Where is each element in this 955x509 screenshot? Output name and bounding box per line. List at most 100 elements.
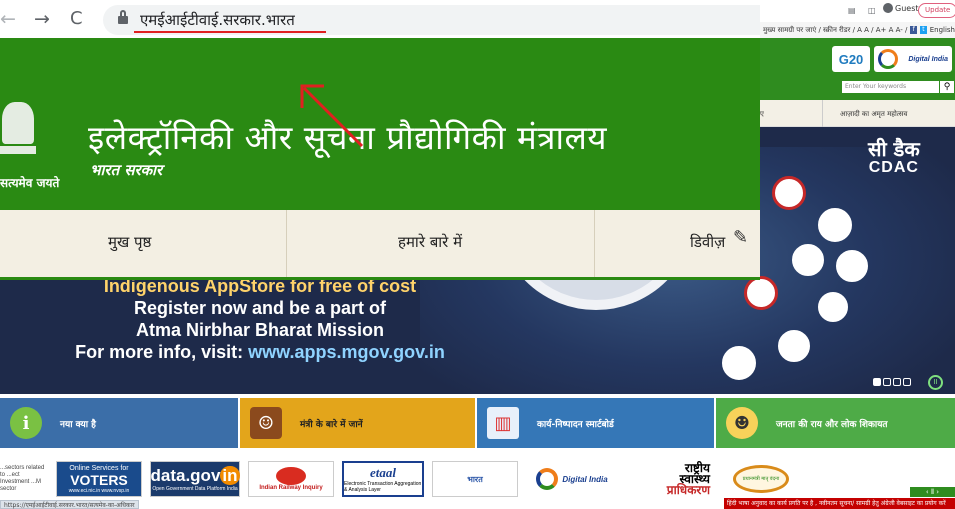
app-circle-icon <box>772 176 806 210</box>
cdac-english: CDAC <box>868 159 919 176</box>
digital-india-logo-text: Digital India <box>562 474 608 484</box>
logo-voters[interactable]: Online Services for VOTERS www.eci.nic.i… <box>56 461 142 497</box>
people-icon: ☻ <box>726 407 758 439</box>
pager-dot[interactable] <box>903 378 911 386</box>
logo-nha[interactable]: राष्ट्रीय स्वास्थ्य प्राधिकरण <box>624 461 710 497</box>
nav-divider <box>286 210 287 277</box>
site-topbar: मुख्य सामग्री पर जाएं / स्क्रीन रीडर / A… <box>760 22 955 38</box>
topbar-text[interactable]: मुख्य सामग्री पर जाएं / स्क्रीन रीडर / A… <box>763 26 907 35</box>
english-link[interactable]: English <box>930 26 955 34</box>
forward-arrow-icon[interactable]: → <box>34 10 50 29</box>
ministry-overlay: सत्यमेव जयते इलेक्ट्रॉनिकी और सूचना प्रौ… <box>0 38 760 280</box>
site-search-input[interactable]: Enter Your keywords <box>842 81 939 93</box>
digital-india-swoosh-icon <box>536 468 559 490</box>
tile-grievance[interactable]: ☻ जनता की राय और लोक शिकायत <box>716 398 955 448</box>
tile-minister[interactable]: ☺ मंत्री के बारे में जानें <box>240 398 475 448</box>
promo-line-3: For more info, visit: www.apps.mgov.gov.… <box>0 341 520 363</box>
promo-link[interactable]: www.apps.mgov.gov.in <box>248 342 445 362</box>
pmmvy-emblem: प्रधानमंत्री मातृ वंदना <box>733 465 789 493</box>
app-circle-icon <box>818 292 848 322</box>
government-subtitle: भारत सरकार <box>90 161 163 179</box>
nav-item-about[interactable]: हमारे बारे में <box>398 232 462 252</box>
tile-dashboard[interactable]: ▥ कार्य-निष्पादन स्मार्टबोर्ड <box>477 398 714 448</box>
guest-profile[interactable]: Guest <box>883 3 919 13</box>
info-icon: i <box>10 407 42 439</box>
nav-divider <box>594 210 595 277</box>
nav-item-home[interactable]: मुख पृष्ठ <box>108 232 151 252</box>
minister-icon: ☺ <box>250 407 282 439</box>
logo-bharat[interactable]: भारत <box>432 461 518 497</box>
promo-line-2: Atma Nirbhar Bharat Mission <box>135 320 385 340</box>
nav-divider <box>822 100 823 127</box>
app-circle-icon <box>778 330 810 362</box>
news-ticker[interactable]: हिंदी भाषा अनुवाद का कार्य प्रगति पर है … <box>724 498 955 509</box>
url-text[interactable]: एमईआईटीवाई.सरकार.भारत <box>140 10 295 30</box>
logo-pmmvy[interactable]: प्रधानमंत्री मातृ वंदना <box>718 461 804 497</box>
cdac-logo: सी डैक CDAC <box>868 135 920 177</box>
status-bar-url: https://एमईआईटीवाई.सरकार.भारत/सत्यमेव-का… <box>0 500 139 509</box>
logo-etaal[interactable]: etaal Electronic Transaction Aggregation… <box>342 461 424 497</box>
tile-label: कार्य-निष्पादन स्मार्टबोर्ड <box>537 419 614 430</box>
ministry-header: सत्यमेव जयते इलेक्ट्रॉनिकी और सूचना प्रौ… <box>0 38 760 210</box>
app-circle-icon <box>792 244 824 276</box>
logo-railway[interactable]: Indian Railway Inquiry <box>248 461 334 497</box>
pager-dot[interactable] <box>873 378 881 386</box>
tile-label: मंत्री के बारे में जानें <box>300 419 363 430</box>
browser-toolbar: ← → C एमईआईटीवाई.सरकार.भारत <box>0 0 760 38</box>
datagov-text: data.gov <box>150 466 221 485</box>
nha-line3: प्राधिकरण <box>666 482 710 497</box>
motto-text: सत्यमेव जयते <box>0 176 60 190</box>
pager-dot[interactable] <box>883 378 891 386</box>
promo-line-3-prefix: For more info, visit: <box>75 342 249 362</box>
digital-india-swoosh-icon <box>878 49 898 69</box>
carousel-controls[interactable]: ‹ ⦀ › <box>910 487 955 497</box>
etaal-sub: Electronic Transaction Aggregation & Ana… <box>344 481 422 493</box>
cdac-hindi: सी डैक <box>868 137 920 161</box>
app-circle-icon <box>744 276 778 310</box>
railway-emblem-icon <box>276 467 306 485</box>
promo-line-1: Register now and be a part of <box>133 298 387 318</box>
banner-pager[interactable] <box>873 378 911 386</box>
pager-dot[interactable] <box>893 378 901 386</box>
quick-tiles: i नया क्या है ☺ मंत्री के बारे में जानें… <box>0 396 955 452</box>
digital-india-text: Digital India <box>908 55 948 63</box>
etaal-text: etaal <box>370 465 396 480</box>
dashboard-icon: ▥ <box>487 407 519 439</box>
accessibility-icon[interactable]: ✎ <box>733 227 748 248</box>
update-button[interactable]: Update <box>918 3 955 18</box>
nav-item-divisions[interactable]: डिवीज़ <box>690 232 725 252</box>
search-icon[interactable]: ⚲ <box>940 81 954 93</box>
lock-icon[interactable] <box>118 10 128 24</box>
profile-avatar-icon <box>883 3 893 13</box>
reload-icon[interactable]: C <box>70 10 83 28</box>
app-circle-icon <box>836 250 868 282</box>
guest-label: Guest <box>895 3 919 13</box>
back-arrow-icon[interactable]: ← <box>0 10 16 29</box>
pause-icon[interactable]: II <box>928 375 943 390</box>
nav-item-amrit[interactable]: आज़ादी का अमृत महोत्सव <box>840 110 907 119</box>
datagov-sub: Open Government Data Platform India <box>152 486 238 492</box>
sidebar-icon[interactable]: ◫ <box>868 6 878 16</box>
logo-fdi[interactable]: ...sectors related to ...ect Investment … <box>0 461 48 497</box>
tile-label: नया क्या है <box>60 419 96 430</box>
annotation-arrow-icon <box>300 84 364 148</box>
screenshot-root: ← → C एमईआईटीवाई.सरकार.भारत ▤ ◫ Guest Up… <box>0 0 955 509</box>
twitter-icon[interactable]: t <box>920 26 927 34</box>
logo-datagov[interactable]: data.gov in Open Government Data Platform… <box>150 461 240 497</box>
facebook-icon[interactable]: f <box>910 26 918 34</box>
logo-digital-india[interactable]: Digital India <box>528 461 616 497</box>
datagov-badge: in <box>220 466 240 485</box>
reading-mode-icon[interactable]: ▤ <box>848 6 858 16</box>
voters-url: www.eci.nic.in www.nvsp.in <box>68 487 130 494</box>
banner-promo-text: Indigenous AppStore for free of cost Reg… <box>0 275 520 363</box>
g20-logo[interactable]: G20 <box>832 46 870 72</box>
app-circle-icon <box>818 208 852 242</box>
digital-india-logo[interactable]: Digital India <box>874 46 952 72</box>
tile-label: जनता की राय और लोक शिकायत <box>776 419 888 430</box>
tile-whats-new[interactable]: i नया क्या है <box>0 398 238 448</box>
site-nav: ए आज़ादी का अमृत महोत्सव <box>760 100 955 127</box>
ministry-nav: मुख पृष्ठ हमारे बारे में डिवीज़ ✎ <box>0 210 760 280</box>
nav-item-partial[interactable]: ए <box>760 110 764 119</box>
digilocker-icon <box>722 346 756 380</box>
voters-big: VOTERS <box>70 471 128 488</box>
